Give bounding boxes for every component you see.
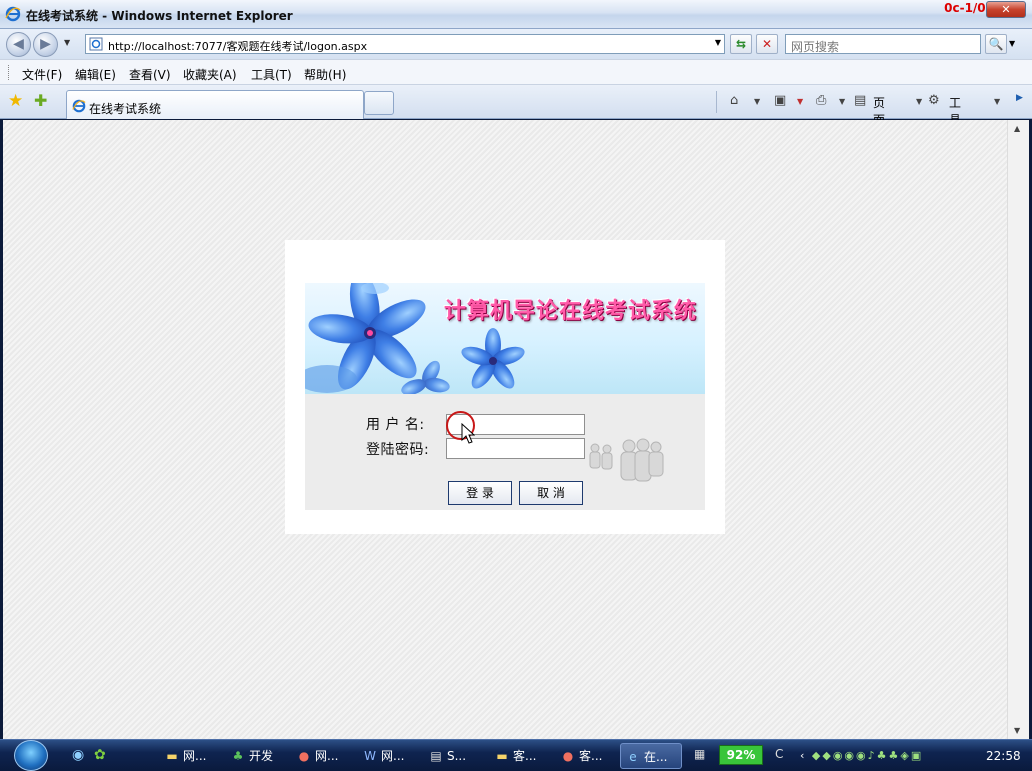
url-text[interactable]: http://localhost:7077/客观题在线考试/logon.aspx bbox=[108, 38, 367, 54]
search-icon[interactable]: 🔍 bbox=[985, 34, 1007, 54]
command-bar-separator bbox=[716, 91, 717, 113]
address-row: ◀ ▶ ▼ http://localhost:7077/客观题在线考试/logo… bbox=[0, 29, 1032, 59]
address-dropdown-icon[interactable]: ▼ bbox=[715, 38, 721, 47]
password-label: 登陆密码: bbox=[366, 442, 430, 458]
window-title: 在线考试系统 - Windows Internet Explorer bbox=[26, 9, 293, 23]
ie-icon bbox=[72, 99, 86, 113]
cpu-meter[interactable]: 92% bbox=[719, 745, 763, 765]
back-button[interactable]: ◀ bbox=[6, 32, 31, 57]
tab-row: ★ ✚ 在线考试系统 ⌂ ▼ ▣ ▼ ⎙ ▼ ▤ 页面(P) ▼ ⚙ 工具(O)… bbox=[0, 85, 1032, 142]
keyboard-icon[interactable]: ▦ bbox=[694, 747, 705, 761]
tree-icon: ♣ bbox=[232, 749, 244, 763]
menu-view[interactable]: 查看(V) bbox=[129, 66, 171, 83]
search-options-dropdown[interactable]: ▼ bbox=[1009, 39, 1015, 48]
app-icon: ● bbox=[298, 749, 310, 763]
page-icon bbox=[89, 37, 103, 51]
add-favorite-icon[interactable]: ✚ bbox=[34, 91, 47, 110]
taskbar-item-label: S... bbox=[447, 749, 467, 763]
menu-grip bbox=[8, 65, 10, 80]
app-icon: ● bbox=[562, 749, 574, 763]
quicklaunch-ie-icon[interactable]: ◉ bbox=[72, 747, 84, 763]
taskbar-item-label: 客... bbox=[513, 749, 537, 763]
ie-icon: e bbox=[629, 750, 637, 764]
taskbar-item[interactable]: ▤ S... bbox=[424, 743, 486, 769]
menu-file[interactable]: 文件(F) bbox=[22, 66, 62, 83]
chevron-left-icon[interactable]: ‹ bbox=[800, 749, 806, 762]
menu-help[interactable]: 帮助(H) bbox=[304, 66, 346, 83]
tab-online-exam[interactable]: 在线考试系统 bbox=[66, 90, 364, 119]
tab-label: 在线考试系统 bbox=[89, 102, 162, 116]
quicklaunch-app-icon[interactable]: ✿ bbox=[94, 747, 106, 763]
folder-icon: ▬ bbox=[166, 749, 178, 763]
feeds-icon[interactable]: ▣ bbox=[774, 93, 786, 108]
ie-icon bbox=[5, 6, 21, 22]
chevron-right-icon[interactable]: ▶ bbox=[1016, 93, 1023, 103]
taskbar-item[interactable]: ♣ 开发 bbox=[226, 743, 286, 769]
taskbar-item-label: 网... bbox=[315, 749, 339, 763]
taskbar-item[interactable]: ▬ 网... bbox=[160, 743, 222, 769]
login-card: 计算机导论在线考试系统 用 户 名: 登陆密码: 登 录 取 消 bbox=[285, 240, 725, 534]
page-dropdown-icon[interactable]: ▼ bbox=[916, 97, 922, 106]
menu-edit[interactable]: 编辑(E) bbox=[75, 66, 116, 83]
username-label: 用 户 名: bbox=[366, 417, 425, 433]
tray-icons[interactable]: ◆◆◉◉◉♪♣♣◈▣ bbox=[812, 749, 923, 762]
home-icon[interactable]: ⌂ bbox=[730, 93, 738, 108]
cancel-button[interactable]: 取 消 bbox=[519, 481, 583, 505]
app-icon: ▤ bbox=[430, 749, 442, 763]
taskbar-item[interactable]: ● 网... bbox=[292, 743, 354, 769]
forward-button[interactable]: ▶ bbox=[33, 32, 58, 57]
refresh-button[interactable]: ⇆ bbox=[730, 34, 752, 54]
window-controls: ✕ bbox=[986, 1, 1026, 18]
menu-favorites[interactable]: 收藏夹(A) bbox=[183, 66, 237, 83]
taskbar-item-label: 网... bbox=[183, 749, 207, 763]
window-title-bar: 在线考试系统 - Windows Internet Explorer 0c-1/… bbox=[0, 0, 1032, 29]
scroll-up-icon[interactable]: ▲ bbox=[1014, 124, 1020, 133]
tools-dropdown-icon[interactable]: ▼ bbox=[994, 97, 1000, 106]
address-bar[interactable]: http://localhost:7077/客观题在线考试/logon.aspx… bbox=[85, 34, 725, 54]
word-icon: W bbox=[364, 749, 376, 763]
taskbar-item-label: 客... bbox=[579, 749, 603, 763]
print-icon[interactable]: ⎙ bbox=[816, 93, 826, 108]
feeds-dropdown-icon[interactable]: ▼ bbox=[797, 97, 803, 106]
login-button[interactable]: 登 录 bbox=[448, 481, 512, 505]
menu-tools[interactable]: 工具(T) bbox=[251, 66, 292, 83]
stop-button[interactable]: ✕ bbox=[756, 34, 778, 54]
menu-bar: 文件(F) 编辑(E) 查看(V) 收藏夹(A) 工具(T) 帮助(H) bbox=[0, 59, 1032, 85]
print-dropdown-icon[interactable]: ▼ bbox=[839, 97, 845, 106]
clock[interactable]: 22:58 bbox=[986, 749, 1021, 763]
mouse-cursor-icon bbox=[461, 423, 475, 444]
page-menu-icon[interactable]: ▤ bbox=[854, 93, 866, 108]
banner-title: 计算机导论在线考试系统 bbox=[443, 298, 697, 324]
new-tab-button[interactable] bbox=[364, 91, 394, 115]
favorites-star-icon[interactable]: ★ bbox=[8, 91, 23, 111]
search-placeholder: 网页搜索 bbox=[791, 40, 840, 54]
taskbar-item-label: 在... bbox=[644, 750, 668, 764]
taskbar-item-active[interactable]: e 在... bbox=[620, 743, 682, 769]
taskbar-item-label: 开发 bbox=[249, 749, 274, 763]
start-button[interactable] bbox=[14, 740, 48, 771]
taskbar-item[interactable]: W 网... bbox=[358, 743, 420, 769]
taskbar-item-label: 网... bbox=[381, 749, 405, 763]
system-tray[interactable]: ‹ ◆◆◉◉◉♪♣♣◈▣ bbox=[800, 749, 923, 762]
vertical-scrollbar[interactable]: ▲ ▼ bbox=[1007, 120, 1029, 739]
taskbar-item[interactable]: ▬ 客... bbox=[490, 743, 552, 769]
home-dropdown-icon[interactable]: ▼ bbox=[754, 97, 760, 106]
folder-icon: ▬ bbox=[496, 749, 508, 763]
login-banner: 计算机导论在线考试系统 bbox=[305, 283, 705, 394]
recent-pages-dropdown[interactable]: ▼ bbox=[64, 38, 70, 47]
gear-icon[interactable]: ⚙ bbox=[928, 93, 940, 108]
scroll-down-icon[interactable]: ▼ bbox=[1014, 726, 1020, 735]
taskbar-item[interactable]: ● 客... bbox=[556, 743, 616, 769]
login-form: 用 户 名: 登陆密码: 登 录 取 消 bbox=[305, 394, 705, 510]
taskbar: ◉ ✿ ▬ 网... ♣ 开发 ● 网... W 网... ▤ S... ▬ 客... ● 客… bbox=[0, 739, 1032, 771]
people-icon bbox=[589, 438, 664, 482]
search-input[interactable]: 网页搜索 bbox=[785, 34, 981, 54]
close-window-button[interactable]: ✕ bbox=[986, 1, 1026, 18]
language-icon[interactable]: C bbox=[775, 747, 783, 761]
